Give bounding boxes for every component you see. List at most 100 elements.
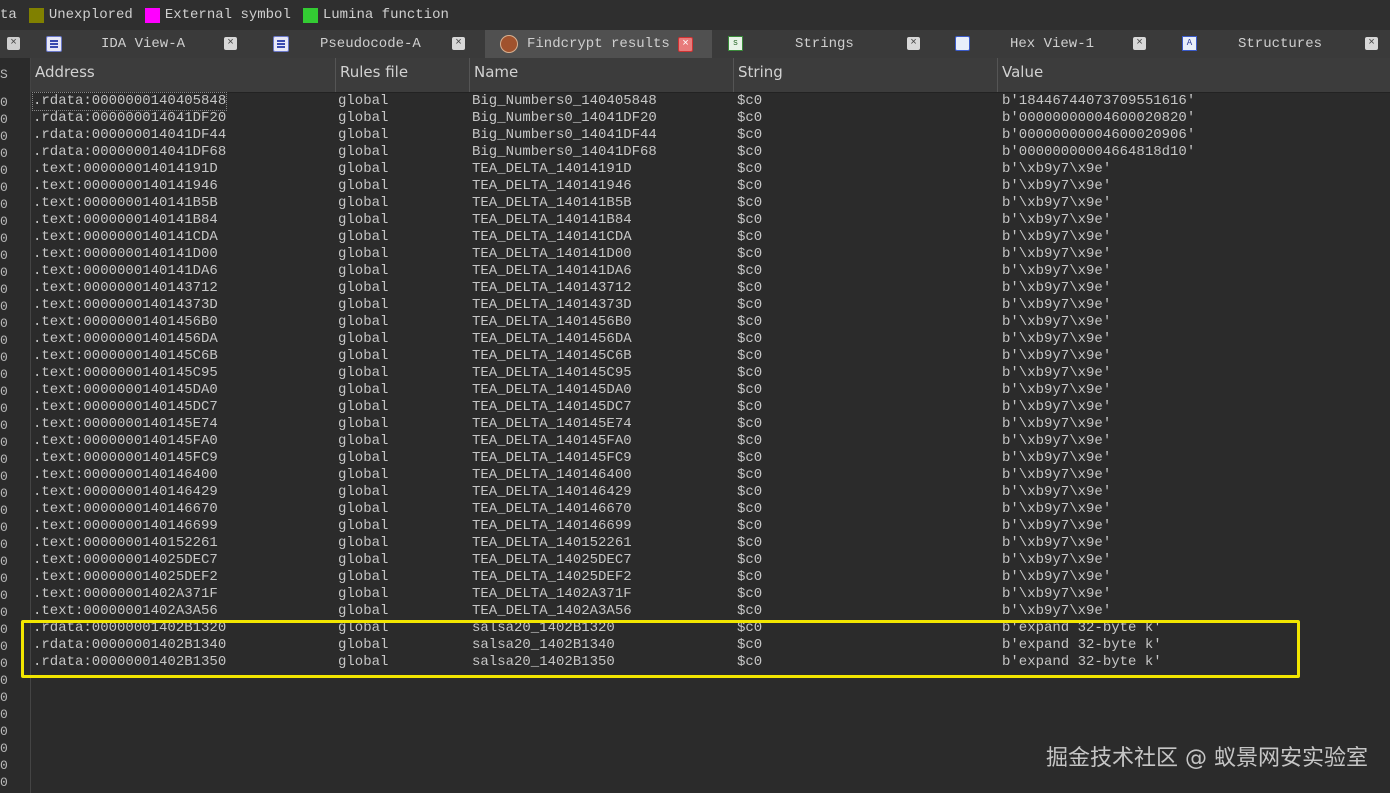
cell-value: b'\xb9y7\x9e' [1002,229,1112,245]
table-row[interactable]: .text:0000000140141CDA global TEA_DELTA_14… [31,229,1390,246]
table-row[interactable]: .text:00000001401456DA global TEA_DELTA_14… [31,331,1390,348]
table-row[interactable]: .text:00000001402A371F global TEA_DELTA_14… [31,586,1390,603]
gutter-value: 0 [0,605,8,620]
table-row[interactable]: .text:0000000140145C6B global TEA_DELTA_14… [31,348,1390,365]
cell-rules-file: global [338,161,389,177]
table-row[interactable]: .text:0000000140146400 global TEA_DELTA_14… [31,467,1390,484]
table-row[interactable]: .text:000000014014373D global TEA_DELTA_14… [31,297,1390,314]
table-row[interactable]: .text:0000000140141946 global TEA_DELTA_14… [31,178,1390,195]
table-row[interactable]: .text:0000000140145E74 global TEA_DELTA_14… [31,416,1390,433]
cell-string: $c0 [737,637,763,653]
cell-address: .text:0000000140152261 [33,535,218,551]
cell-rules-file: global [338,348,389,364]
gutter-value: 0 [0,197,8,212]
tab-label: Structures [1238,36,1323,52]
column-header-address[interactable]: Address [31,58,336,92]
legend-swatch [28,7,44,23]
cell-address: .text:000000014025DEC7 [33,552,218,568]
gutter-value: 0 [0,180,8,195]
cell-string: $c0 [737,127,763,143]
cell-rules-file: global [338,382,389,398]
ida-view-icon [46,36,62,52]
table-row[interactable]: .text:000000014025DEC7 global TEA_DELTA_14… [31,552,1390,569]
tab-label: Findcrypt results [527,36,670,52]
tab-structures[interactable]: A Structures × [1166,30,1378,58]
cell-rules-file: global [338,484,389,500]
cell-value: b'\xb9y7\x9e' [1002,450,1112,466]
cell-rules-file: global [338,620,389,636]
table-row[interactable]: .text:000000014025DEF2 global TEA_DELTA_14… [31,569,1390,586]
tab-pseudocode-a[interactable]: Pseudocode-A × [258,30,469,58]
legend-label: Lumina function [322,7,449,23]
table-row[interactable]: .text:0000000140146670 global TEA_DELTA_14… [31,501,1390,518]
cell-name: TEA_DELTA_14014191D [472,161,632,177]
cell-name: TEA_DELTA_140146699 [472,518,632,534]
table-row[interactable]: .rdata:000000014041DF44 global Big_Numbers… [31,127,1390,144]
gutter-value: 0 [0,299,8,314]
table-row[interactable]: .text:000000014014191D global TEA_DELTA_14… [31,161,1390,178]
gutter-value: 0 [0,367,8,382]
table-row[interactable]: .rdata:0000000140405848 global Big_Numbers… [31,92,1390,111]
gutter-value: 0 [0,537,8,552]
table-row[interactable]: .rdata:00000001402B1350 global salsa20_140… [31,654,1390,671]
table-row[interactable]: .text:0000000140145C95 global TEA_DELTA_14… [31,365,1390,382]
close-icon[interactable]: × [1365,37,1378,50]
cell-address: .text:0000000140141DA6 [33,263,218,279]
table-row[interactable]: .text:0000000140141B5B global TEA_DELTA_14… [31,195,1390,212]
table-row[interactable]: .text:0000000140145FA0 global TEA_DELTA_14… [31,433,1390,450]
close-icon[interactable]: × [907,37,920,50]
cell-rules-file: global [338,314,389,330]
close-icon[interactable]: × [224,37,237,50]
table-row[interactable]: .text:0000000140143712 global TEA_DELTA_14… [31,280,1390,297]
cell-value: b'18446744073709551616' [1002,93,1196,109]
cell-value: b'\xb9y7\x9e' [1002,365,1112,381]
cell-rules-file: global [338,331,389,347]
cell-string: $c0 [737,297,763,313]
table-row[interactable]: .text:00000001402A3A56 global TEA_DELTA_14… [31,603,1390,620]
cell-name: TEA_DELTA_140145E74 [472,416,632,432]
tab-previous-close[interactable]: × [0,30,24,58]
column-header-string[interactable]: String [734,58,998,92]
table-row[interactable]: .rdata:00000001402B1340 global salsa20_140… [31,637,1390,654]
findcrypt-results-table: Address Rules file Name String Value .rd… [21,58,1390,793]
gutter-value: 0 [0,333,8,348]
cell-name: TEA_DELTA_140145DC7 [472,399,632,415]
cell-value: b'\xb9y7\x9e' [1002,178,1112,194]
legend-item-data: ta [0,7,17,23]
table-row[interactable]: .text:0000000140145FC9 global TEA_DELTA_14… [31,450,1390,467]
cell-value: b'00000000004600020820' [1002,110,1196,126]
table-row[interactable]: .text:0000000140146429 global TEA_DELTA_14… [31,484,1390,501]
gutter-value: 0 [0,571,8,586]
gutter-value: 0 [0,95,8,110]
close-icon[interactable]: × [678,37,693,52]
table-row[interactable]: .text:0000000140146699 global TEA_DELTA_14… [31,518,1390,535]
cell-string: $c0 [737,314,763,330]
legend-swatch [144,7,160,23]
column-header-value[interactable]: Value [998,58,1390,92]
column-header-rules-file[interactable]: Rules file [336,58,470,92]
table-row[interactable]: .text:0000000140145DC7 global TEA_DELTA_14… [31,399,1390,416]
tab-ida-view-a[interactable]: IDA View-A × [30,30,242,58]
table-row[interactable]: .text:0000000140145DA0 global TEA_DELTA_14… [31,382,1390,399]
table-row[interactable]: .text:0000000140152261 global TEA_DELTA_14… [31,535,1390,552]
legend-item-lumina-function: Lumina function [299,7,449,23]
tab-hex-view-1[interactable]: Hex View-1 × [939,30,1149,58]
cell-value: b'\xb9y7\x9e' [1002,535,1112,551]
table-row[interactable]: .rdata:00000001402B1320 global salsa20_140… [31,620,1390,637]
gutter-value: 0 [0,231,8,246]
table-row[interactable]: .text:0000000140141D00 global TEA_DELTA_14… [31,246,1390,263]
table-row[interactable]: .text:0000000140141DA6 global TEA_DELTA_14… [31,263,1390,280]
close-icon[interactable]: × [452,37,465,50]
tab-strings[interactable]: s Strings × [712,30,921,58]
column-header-name[interactable]: Name [470,58,734,92]
table-row[interactable]: .text:00000001401456B0 global TEA_DELTA_14… [31,314,1390,331]
cell-value: b'expand 32-byte k' [1002,637,1162,653]
table-row[interactable]: .rdata:000000014041DF20 global Big_Numbers… [31,110,1390,127]
tab-findcrypt-results[interactable]: Findcrypt results × [485,30,712,58]
close-icon[interactable]: × [1133,37,1146,50]
table-row[interactable]: .rdata:000000014041DF68 global Big_Numbers… [31,144,1390,161]
close-icon[interactable]: × [7,37,20,50]
table-row[interactable]: .text:0000000140141B84 global TEA_DELTA_14… [31,212,1390,229]
cell-rules-file: global [338,195,389,211]
cell-rules-file: global [338,552,389,568]
